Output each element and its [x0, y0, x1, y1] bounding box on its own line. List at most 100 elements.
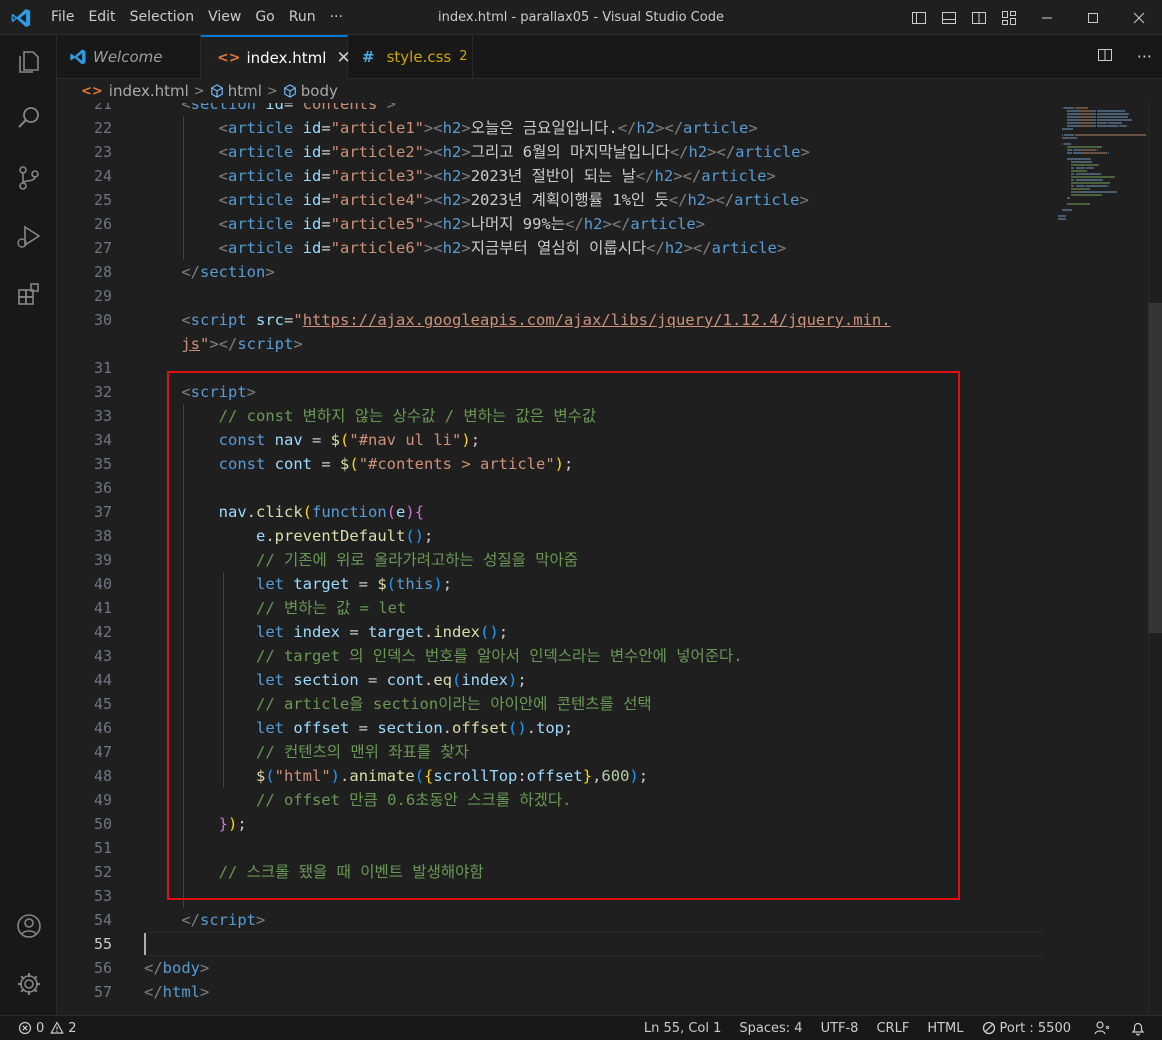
encoding[interactable]: UTF-8	[812, 1021, 868, 1036]
minimize-icon[interactable]	[1024, 0, 1070, 35]
code-line[interactable]: <article id="article5"><h2>나머지 99%는</h2>…	[144, 212, 705, 236]
line-number: 56	[93, 959, 112, 977]
code-line[interactable]: let offset = section.offset().top;	[144, 716, 573, 740]
scrollbar-thumb[interactable]	[1149, 303, 1162, 633]
minimap-line	[1113, 122, 1121, 124]
code-line[interactable]: <article id="article6"><h2>지금부터 열심히 이룹시다…	[144, 236, 787, 260]
minimap-line	[1073, 191, 1080, 193]
cursor-position[interactable]: Ln 55, Col 1	[635, 1021, 730, 1036]
extensions-icon[interactable]	[12, 277, 46, 311]
code-line[interactable]: <article id="article4"><h2>2023년 계획이행률 1…	[144, 188, 809, 212]
code-line[interactable]: <article id="article3"><h2>2023년 절반이 되는 …	[144, 164, 776, 188]
menu-file[interactable]: File	[44, 0, 81, 35]
minimap-line	[1080, 122, 1091, 124]
line-number: 52	[93, 863, 112, 881]
notifications-bell-icon[interactable]	[1124, 1020, 1162, 1036]
maximize-icon[interactable]	[1070, 0, 1116, 35]
breadcrumb-item-file[interactable]: index.html	[109, 82, 189, 100]
code-line[interactable]: // const 변하지 않는 상수값 / 변하는 값은 변수값	[144, 404, 596, 428]
run-and-debug-icon[interactable]	[12, 219, 46, 253]
minimap-line	[1064, 128, 1073, 130]
code-line[interactable]: <article id="article1"><h2>오늘은 금요일입니다.</…	[144, 116, 758, 140]
line-number: 33	[93, 407, 112, 425]
code-line[interactable]: // article을 section이라는 아이안에 콘텐츠를 선택	[144, 692, 652, 716]
minimap-line	[1096, 116, 1112, 118]
menu-go[interactable]: Go	[248, 0, 281, 35]
menu-edit[interactable]: Edit	[81, 0, 122, 35]
code-line[interactable]: nav.click(function(e){	[144, 500, 424, 524]
menu-more[interactable]: ···	[323, 0, 350, 35]
code-line[interactable]: // target 의 인덱스 번호를 알아서 인덱스라는 변수안에 넣어준다.	[144, 644, 743, 668]
tab-welcome[interactable]: Welcome	[57, 35, 201, 78]
code-line[interactable]: </body>	[144, 956, 209, 980]
breadcrumb-item-body[interactable]: body	[301, 82, 338, 100]
minimap-line	[1075, 107, 1087, 109]
tab-index-html[interactable]: <> index.html ✕	[201, 35, 351, 79]
toggle-secondary-sidebar-icon[interactable]	[964, 0, 994, 35]
line-number: 36	[93, 479, 112, 497]
minimap-line	[1069, 137, 1076, 139]
code-line[interactable]: <section id="contents">	[144, 103, 396, 116]
code-line[interactable]: js"></script>	[144, 332, 302, 356]
explorer-icon[interactable]	[12, 45, 46, 79]
minimap-line	[1119, 116, 1128, 118]
html-icon: <>	[217, 50, 241, 66]
minimap-line	[1122, 119, 1131, 121]
minimap[interactable]	[1058, 103, 1148, 1015]
live-server-port[interactable]: Port : 5500	[973, 1021, 1081, 1036]
line-number: 41	[93, 599, 112, 617]
code-line[interactable]: </section>	[144, 260, 274, 284]
source-control-icon[interactable]	[12, 161, 46, 195]
code-line[interactable]: e.preventDefault();	[144, 524, 433, 548]
minimap-line	[1075, 137, 1077, 139]
language-mode[interactable]: HTML	[918, 1021, 972, 1036]
minimap-line	[1096, 119, 1116, 121]
code-line[interactable]: let index = target.index();	[144, 620, 508, 644]
code-line[interactable]: });	[144, 812, 247, 836]
code-line[interactable]: <script>	[144, 380, 256, 404]
code-line[interactable]: // 컨텐츠의 맨위 좌표를 찾자	[144, 740, 469, 764]
split-editor-icon[interactable]	[1097, 47, 1113, 67]
menu-selection[interactable]: Selection	[123, 0, 202, 35]
tab-style-css[interactable]: # style.css 2	[348, 35, 473, 78]
code-editor[interactable]: 21 22 23 24 25 26 27 28 29 30 31 32 33 34 35 36 37 38 39 40…	[57, 103, 1162, 1015]
code-line[interactable]: let section = cont.eq(index);	[144, 668, 527, 692]
line-number: 30	[93, 311, 112, 329]
indentation[interactable]: Spaces: 4	[730, 1021, 811, 1036]
code-line[interactable]: <script src="https://ajax.googleapis.com…	[144, 308, 890, 332]
menu-view[interactable]: View	[201, 0, 248, 35]
line-number: 40	[93, 575, 112, 593]
code-line[interactable]: // offset 만큼 0.6초동안 스크롤 하겠다.	[144, 788, 572, 812]
menu-run[interactable]: Run	[282, 0, 323, 35]
search-icon[interactable]	[12, 101, 46, 135]
minimap-line	[1063, 143, 1071, 145]
vertical-scrollbar[interactable]	[1148, 103, 1162, 1015]
customize-layout-icon[interactable]	[994, 0, 1024, 35]
more-actions-icon[interactable]: ···	[1137, 47, 1152, 66]
toggle-panel-icon[interactable]	[934, 0, 964, 35]
settings-gear-icon[interactable]	[12, 967, 46, 1001]
problems-status[interactable]: 0 2	[18, 1016, 77, 1040]
code-line[interactable]: const cont = $("#contents > article");	[144, 452, 574, 476]
code-line[interactable]: </html>	[144, 980, 209, 1004]
code-line[interactable]: let target = $(this);	[144, 572, 452, 596]
no-entry-icon	[982, 1021, 995, 1035]
code-line[interactable]: // 스크롤 됐을 때 이벤트 발생해야함	[144, 860, 484, 884]
minimap-line	[1071, 194, 1102, 196]
toggle-primary-sidebar-icon[interactable]	[904, 0, 934, 35]
close-window-icon[interactable]	[1116, 0, 1162, 35]
code-line[interactable]: <article id="article2"><h2>그리고 6월의 마지막날입…	[144, 140, 810, 164]
warning-count: 2	[68, 1020, 77, 1036]
code-line[interactable]: $("html").animate({scrollTop:offset},600…	[144, 764, 648, 788]
line-number: 51	[93, 839, 112, 857]
chevron-right-icon: >	[266, 83, 278, 99]
code-line[interactable]: const nav = $("#nav ul li");	[144, 428, 480, 452]
code-line[interactable]: // 기존에 위로 올라가려고하는 성질을 막아줌	[144, 548, 578, 572]
accounts-icon[interactable]	[12, 909, 46, 943]
end-of-line[interactable]: CRLF	[867, 1021, 918, 1036]
code-line[interactable]: </script>	[144, 908, 265, 932]
vscode-logo-icon[interactable]	[10, 7, 32, 29]
accounts-feedback-icon[interactable]	[1080, 1020, 1124, 1036]
minimap-line	[1096, 125, 1111, 127]
breadcrumb-item-html[interactable]: html	[228, 82, 262, 100]
